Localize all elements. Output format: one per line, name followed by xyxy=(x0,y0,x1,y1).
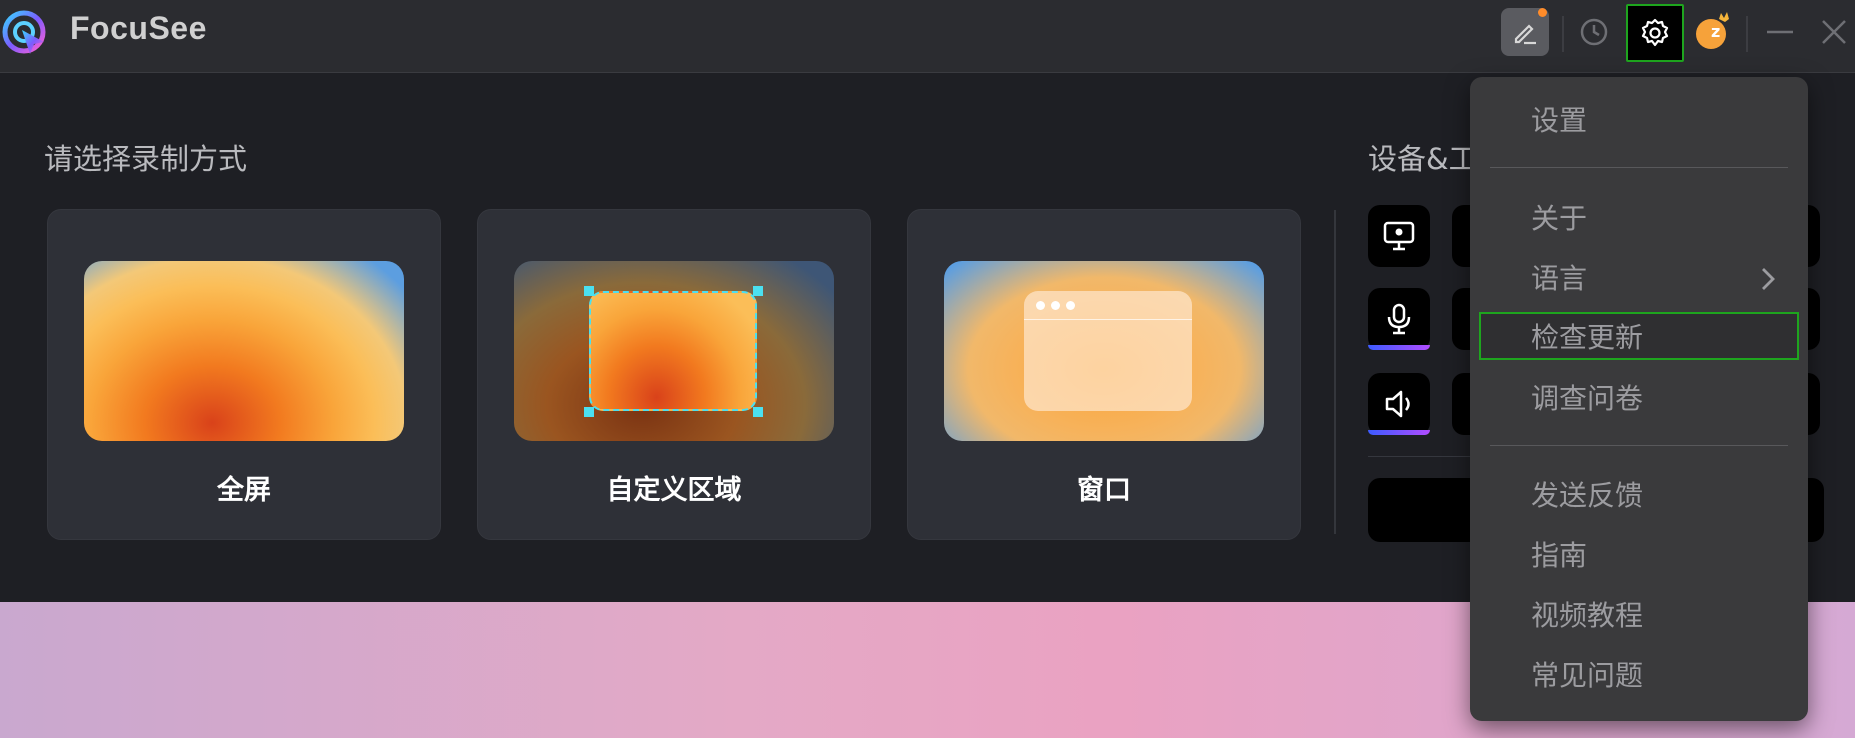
devices-divider xyxy=(1368,456,1478,457)
microphone-icon xyxy=(1387,303,1411,335)
title-bar: FocuSee z xyxy=(0,0,1855,73)
minimize-icon xyxy=(1767,30,1793,34)
settings-dropdown-menu: 设置 关于 语言 检查更新 调查问卷 发送反馈 指南 视频教程 常见问题 xyxy=(1470,77,1808,721)
speaker-level-bar xyxy=(1368,430,1430,435)
close-icon xyxy=(1821,20,1846,44)
user-avatar-button[interactable]: z xyxy=(1690,8,1738,56)
mode-label: 自定义区域 xyxy=(606,475,742,506)
chevron-right-icon xyxy=(1762,268,1775,290)
menu-item-language[interactable]: 语言 xyxy=(1489,255,1789,303)
mode-card-window[interactable]: 窗口 xyxy=(907,209,1301,540)
microphone-device-button[interactable] xyxy=(1368,288,1430,350)
app-logo-icon xyxy=(0,6,52,58)
menu-item-check-update[interactable]: 检查更新 xyxy=(1479,312,1799,360)
menu-item-language-label: 语言 xyxy=(1531,262,1588,295)
menu-item-survey[interactable]: 调查问卷 xyxy=(1489,375,1789,423)
menu-item-settings[interactable]: 设置 xyxy=(1489,97,1789,145)
settings-button[interactable] xyxy=(1626,4,1684,62)
menu-item-video-tutorial[interactable]: 视频教程 xyxy=(1489,592,1789,640)
menu-separator xyxy=(1490,167,1788,168)
toolbar-separator xyxy=(1562,16,1564,52)
history-icon xyxy=(1580,18,1608,46)
speaker-device-button[interactable] xyxy=(1368,373,1430,435)
custom-region-thumbnail xyxy=(514,261,834,441)
toolbar-separator xyxy=(1746,16,1748,52)
menu-item-about[interactable]: 关于 xyxy=(1489,195,1789,243)
selection-rectangle xyxy=(589,291,757,411)
section-divider xyxy=(1334,210,1336,534)
screen-device-button[interactable] xyxy=(1368,205,1430,267)
history-button[interactable] xyxy=(1570,8,1618,56)
record-mode-title: 请选择录制方式 xyxy=(44,142,248,176)
notification-dot xyxy=(1538,8,1547,17)
fullscreen-thumbnail xyxy=(84,261,404,441)
app-title: FocuSee xyxy=(70,10,207,46)
gear-icon xyxy=(1641,18,1669,47)
menu-item-faq[interactable]: 常见问题 xyxy=(1489,652,1789,700)
edit-button[interactable] xyxy=(1501,8,1549,56)
mode-label: 窗口 xyxy=(1077,475,1131,506)
mode-card-fullscreen[interactable]: 全屏 xyxy=(47,209,441,540)
close-button[interactable] xyxy=(1812,8,1855,56)
microphone-level-bar xyxy=(1368,345,1430,350)
menu-item-feedback[interactable]: 发送反馈 xyxy=(1489,472,1789,520)
speaker-icon xyxy=(1385,390,1410,418)
mode-card-custom-region[interactable]: 自定义区域 xyxy=(477,209,871,540)
devices-title: 设备&工 xyxy=(1368,142,1478,176)
monitor-icon xyxy=(1383,221,1415,251)
avatar-letter: z xyxy=(1711,22,1721,41)
menu-item-guide[interactable]: 指南 xyxy=(1489,532,1789,580)
minimize-button[interactable] xyxy=(1756,8,1804,56)
window-mock xyxy=(1024,291,1192,411)
mode-label: 全屏 xyxy=(217,475,271,506)
edit-icon xyxy=(1514,24,1536,45)
window-thumbnail xyxy=(944,261,1264,441)
menu-separator xyxy=(1490,445,1788,446)
